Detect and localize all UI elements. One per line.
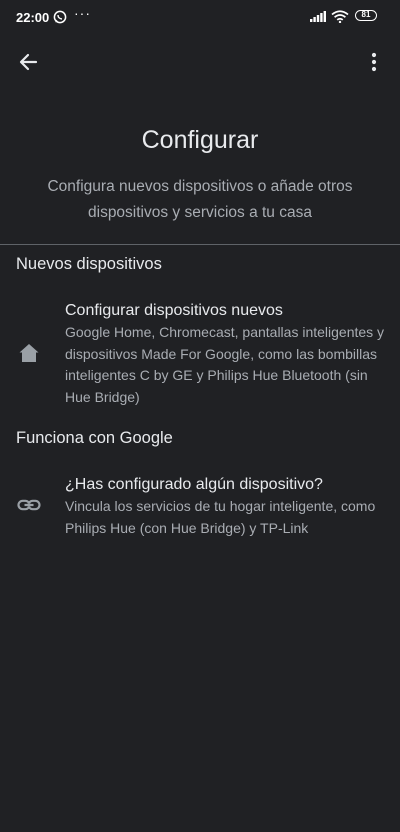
item-description: Google Home, Chromecast, pantallas intel…	[65, 324, 385, 405]
more-notifications-icon: ···	[74, 5, 91, 21]
setup-new-devices-item[interactable]: Configurar dispositivos nuevos Google Ho…	[0, 300, 400, 412]
link-icon	[17, 499, 41, 511]
status-bar: 22:00 ··· 81	[0, 0, 400, 36]
item-title: Configurar dispositivos nuevos	[65, 302, 283, 319]
divider	[0, 244, 400, 245]
wifi-icon	[331, 10, 349, 23]
status-time: 22:00	[16, 10, 50, 25]
battery-icon: 81	[355, 10, 377, 21]
whatsapp-icon	[53, 10, 67, 24]
battery-level: 81	[361, 10, 371, 19]
item-description: Vincula los servicios de tu hogar inteli…	[65, 498, 376, 536]
item-title: ¿Has configurado algún dispositivo?	[65, 476, 323, 493]
more-options-icon[interactable]	[359, 47, 389, 77]
back-arrow-icon[interactable]	[14, 47, 44, 77]
page-title: Configurar	[141, 126, 259, 154]
section-header-works-with-google: Funciona con Google	[16, 429, 173, 447]
home-icon	[19, 344, 39, 362]
section-header-new-devices: Nuevos dispositivos	[16, 255, 162, 273]
page-subtitle: Configura nuevos dispositivos o añade ot…	[47, 178, 353, 221]
link-existing-device-item[interactable]: ¿Has configurado algún dispositivo? Vinc…	[0, 474, 400, 544]
signal-icon	[310, 11, 326, 22]
